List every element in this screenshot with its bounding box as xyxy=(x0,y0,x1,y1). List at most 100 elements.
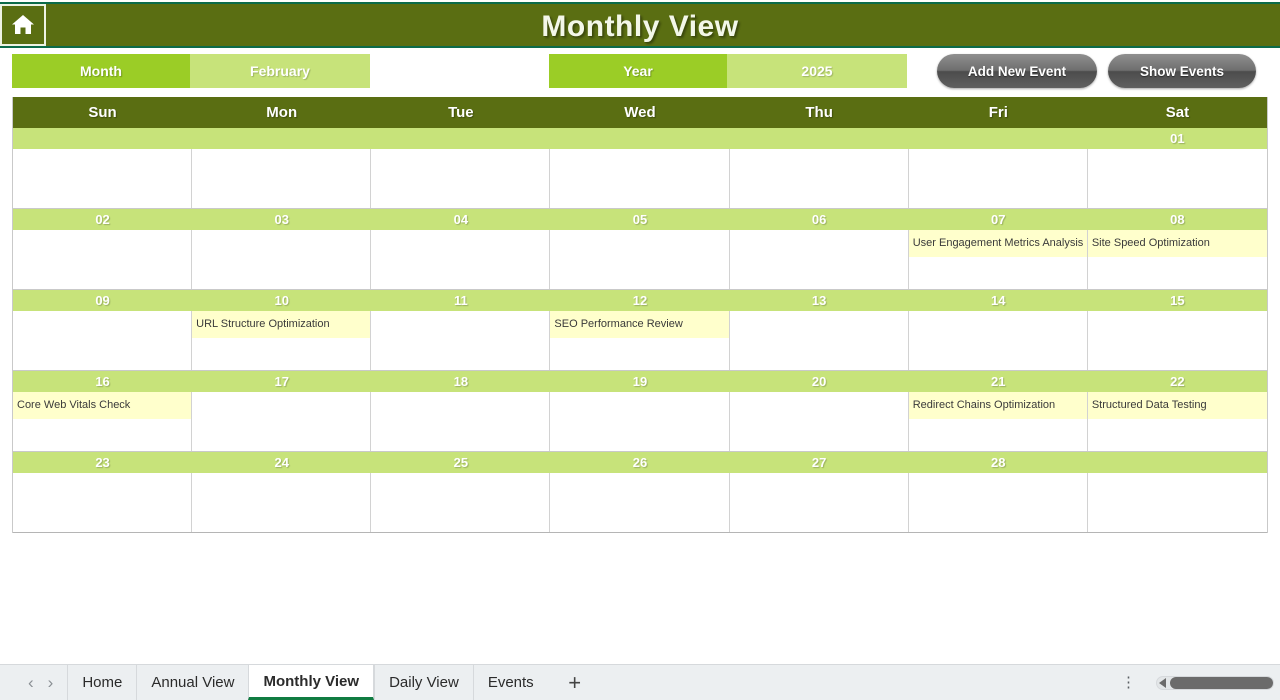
date-number: 09 xyxy=(95,293,110,308)
day-cell[interactable] xyxy=(13,473,193,532)
day-cell[interactable]: Structured Data Testing xyxy=(1087,392,1267,451)
date-number: 03 xyxy=(274,212,289,227)
horizontal-scrollbar[interactable] xyxy=(1156,675,1274,690)
day-cell[interactable] xyxy=(192,392,372,451)
date-number: 14 xyxy=(991,293,1006,308)
date-number: 16 xyxy=(95,374,110,389)
day-cell[interactable]: URL Structure Optimization xyxy=(192,311,372,370)
date-number: 05 xyxy=(632,212,648,227)
day-cell[interactable] xyxy=(908,311,1088,370)
event-slot-empty xyxy=(371,149,549,176)
chevron-left-icon[interactable]: ‹ xyxy=(28,674,34,691)
calendar-week-row: 23 24 25 26 27 28 xyxy=(13,452,1267,533)
calendar-week-row: 09 10 11 12 13 14 15 URL Structure Optimization… xyxy=(13,290,1267,371)
event-slot-empty xyxy=(909,149,1087,176)
event-slot-empty xyxy=(550,473,728,500)
day-cell[interactable]: Redirect Chains Optimization xyxy=(908,392,1088,451)
controls-row: Month February Year 2025 Add New Event S… xyxy=(0,54,1280,88)
day-cell[interactable] xyxy=(371,473,551,532)
show-events-button[interactable]: Show Events xyxy=(1108,54,1256,88)
add-sheet-button[interactable]: + xyxy=(548,665,602,700)
event-slot-empty xyxy=(730,230,908,257)
sheet-tab-events[interactable]: Events xyxy=(472,665,548,700)
calendar-weeks: 01 02 03 04 05 06 07 08 User Engagement Metrics … xyxy=(13,128,1267,533)
event-slot-empty xyxy=(371,311,549,338)
date-number: 26 xyxy=(632,455,648,470)
calendar-week-row: 16 17 18 19 20 21 22 Core Web Vitals Check Redir… xyxy=(13,371,1267,452)
date-number-band: 01 xyxy=(13,128,1267,149)
day-cell-row xyxy=(13,149,1267,208)
day-cell[interactable] xyxy=(371,230,551,289)
month-value[interactable]: February xyxy=(190,54,370,88)
sheet-tab-annual-view[interactable]: Annual View xyxy=(136,665,248,700)
event-slot-empty xyxy=(1088,311,1267,338)
day-cell[interactable]: User Engagement Metrics Analysis xyxy=(908,230,1088,289)
date-number: 15 xyxy=(1170,293,1185,308)
chevron-right-icon[interactable]: › xyxy=(48,674,54,691)
day-cell[interactable] xyxy=(729,311,909,370)
date-number: 11 xyxy=(453,293,468,308)
day-cell[interactable] xyxy=(729,392,909,451)
calendar-week-row: 02 03 04 05 06 07 08 User Engagement Metrics An… xyxy=(13,209,1267,290)
month-selector[interactable]: Month February xyxy=(12,54,370,88)
date-number-empty xyxy=(730,128,909,149)
day-cell[interactable] xyxy=(371,311,551,370)
date-number: 27 xyxy=(811,455,827,470)
date-number: 21 xyxy=(991,374,1006,389)
event-slot-empty xyxy=(550,230,728,257)
day-cell-row: User Engagement Metrics Analysis Site Spe… xyxy=(13,230,1267,289)
scrollbar-thumb[interactable] xyxy=(1170,676,1273,689)
date-number-empty xyxy=(192,128,371,149)
day-cell[interactable] xyxy=(908,149,1088,208)
year-value[interactable]: 2025 xyxy=(727,54,907,88)
day-cell[interactable] xyxy=(729,230,909,289)
event-entry[interactable]: Core Web Vitals Check xyxy=(13,392,192,419)
day-cell[interactable] xyxy=(908,473,1088,532)
day-cell[interactable]: Core Web Vitals Check xyxy=(13,392,193,451)
date-number: 02 xyxy=(95,212,110,227)
event-entry[interactable]: Site Speed Optimization xyxy=(1087,230,1267,257)
day-cell[interactable] xyxy=(371,392,551,451)
day-cell[interactable] xyxy=(13,311,193,370)
event-entry[interactable]: Structured Data Testing xyxy=(1087,392,1267,419)
date-number: 10 xyxy=(274,293,289,308)
sheet-tab-daily-view[interactable]: Daily View xyxy=(374,665,473,700)
more-vertical-icon[interactable]: ⋮ xyxy=(1111,675,1146,690)
event-entry[interactable]: URL Structure Optimization xyxy=(192,311,371,338)
day-cell[interactable] xyxy=(371,149,551,208)
add-new-event-button[interactable]: Add New Event xyxy=(937,54,1097,88)
home-button[interactable] xyxy=(0,4,46,46)
day-cell[interactable] xyxy=(550,230,730,289)
day-cell[interactable] xyxy=(729,473,909,532)
weekday-mon: Mon xyxy=(266,104,298,121)
sheet-tab-home[interactable]: Home xyxy=(67,665,136,700)
day-cell[interactable] xyxy=(13,230,193,289)
event-slot-empty xyxy=(1088,473,1267,500)
event-entry[interactable]: SEO Performance Review xyxy=(550,311,729,338)
day-cell[interactable] xyxy=(1087,473,1267,532)
day-cell[interactable] xyxy=(550,149,730,208)
day-cell[interactable] xyxy=(13,149,193,208)
day-cell[interactable] xyxy=(1087,149,1267,208)
day-cell[interactable] xyxy=(192,230,372,289)
year-selector[interactable]: Year 2025 xyxy=(549,54,907,88)
event-slot-empty xyxy=(13,473,191,500)
day-cell[interactable] xyxy=(550,392,730,451)
day-cell[interactable]: SEO Performance Review xyxy=(550,311,730,370)
scroll-left-arrow-icon[interactable] xyxy=(1159,677,1166,688)
sheet-tab-monthly-view[interactable]: Monthly View xyxy=(248,665,375,700)
day-cell[interactable] xyxy=(192,473,372,532)
event-entry[interactable]: Redirect Chains Optimization xyxy=(908,392,1087,419)
day-cell[interactable] xyxy=(550,473,730,532)
weekday-fri: Fri xyxy=(988,104,1008,121)
day-cell-row: URL Structure Optimization SEO Performanc… xyxy=(13,311,1267,370)
weekday-wed: Wed xyxy=(624,104,656,121)
day-cell[interactable] xyxy=(1087,311,1267,370)
event-entry[interactable]: User Engagement Metrics Analysis xyxy=(908,230,1087,257)
day-cell[interactable]: Site Speed Optimization xyxy=(1087,230,1267,289)
event-slot-empty xyxy=(192,473,370,500)
event-slot-empty xyxy=(909,311,1087,338)
day-cell[interactable] xyxy=(729,149,909,208)
year-label: Year xyxy=(549,54,727,88)
day-cell[interactable] xyxy=(192,149,372,208)
